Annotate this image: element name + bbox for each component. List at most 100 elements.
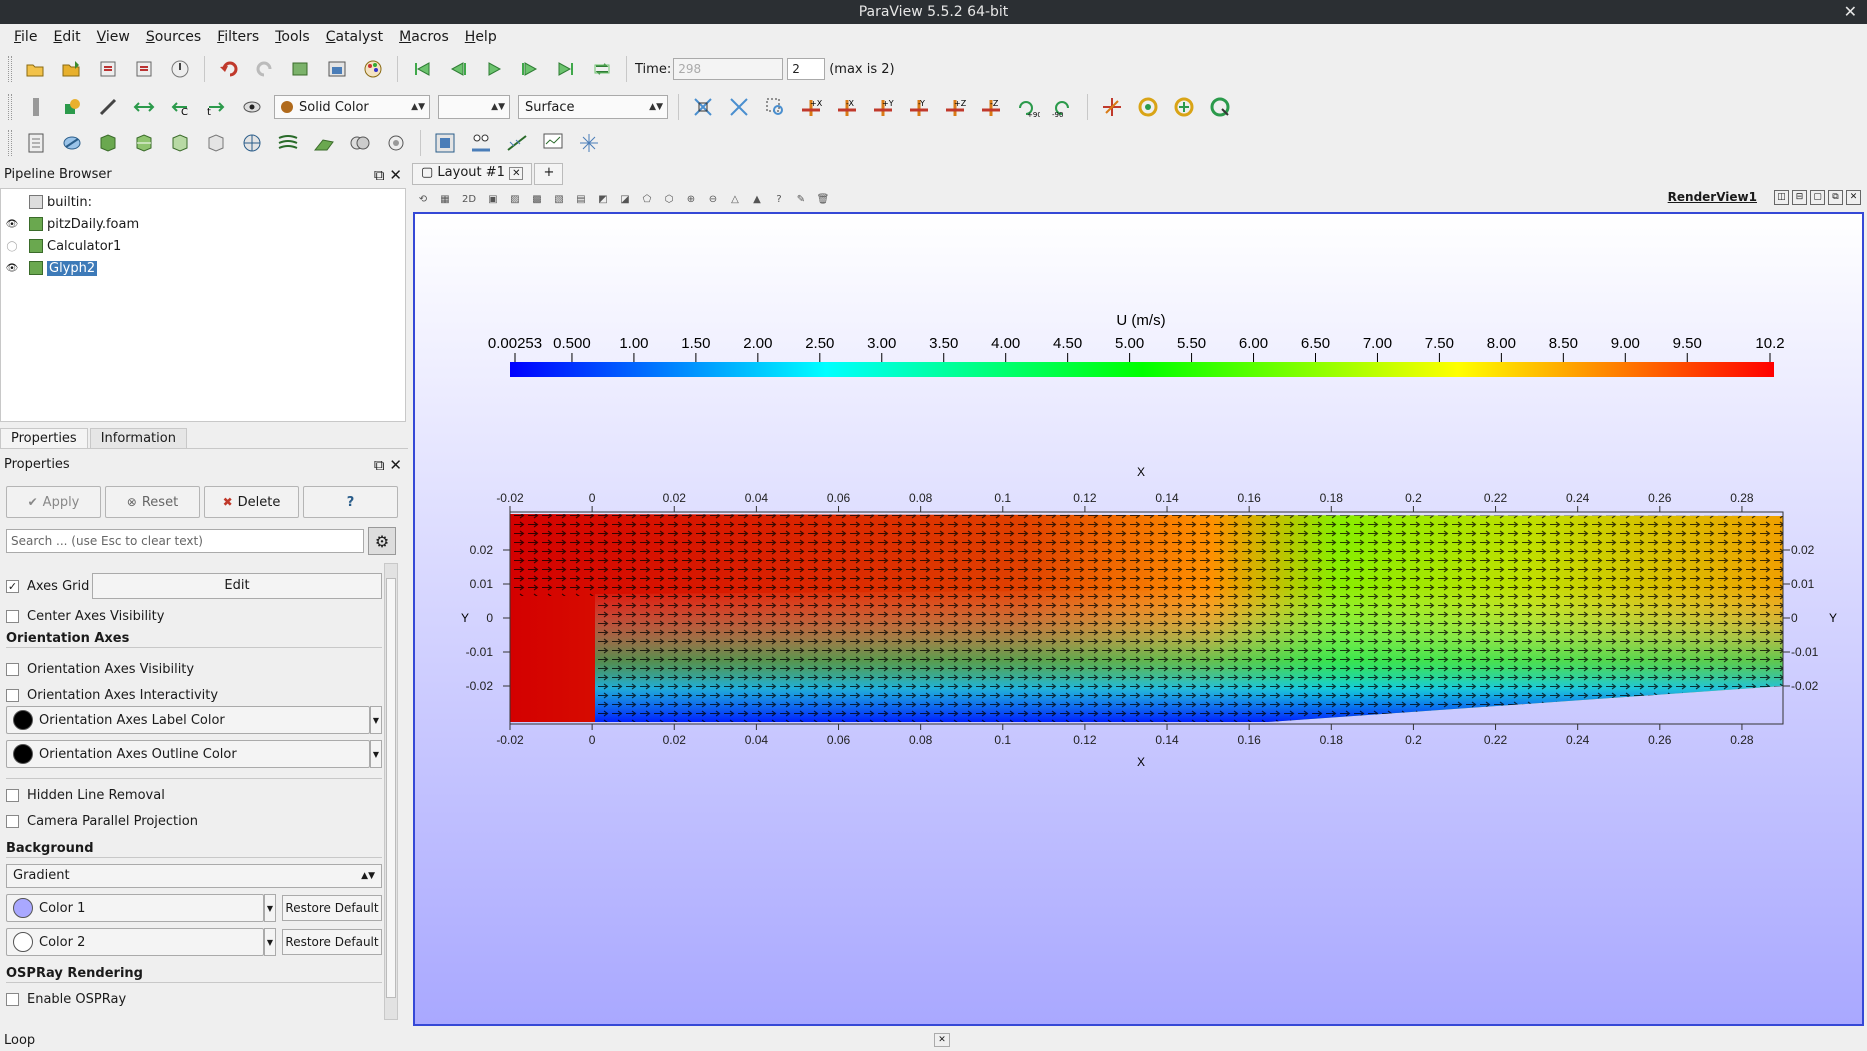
dropdown-arrow-icon[interactable]: ▼ <box>370 706 382 734</box>
first-frame-icon[interactable] <box>409 56 435 82</box>
menu-view[interactable]: View <box>89 29 138 45</box>
axes-grid-checkbox[interactable]: ✓ <box>6 579 19 593</box>
reset-button[interactable]: ⊗ Reset <box>105 486 200 518</box>
properties-search-input[interactable]: Search ... (use Esc to clear text) <box>6 529 364 553</box>
interactive-select-cells-icon[interactable]: ◩ <box>596 192 610 206</box>
previous-frame-icon[interactable] <box>445 56 471 82</box>
menu-edit[interactable]: Edit <box>45 29 88 45</box>
status-clear-icon[interactable]: ✕ <box>934 1033 950 1047</box>
histogram-icon[interactable] <box>468 130 494 156</box>
render-view[interactable]: U (m/s) 0.00253 0.500 1.00 1.50 2.00 2.50 3.00… <box>413 212 1864 1026</box>
view-plus-z-icon[interactable]: +Z <box>942 94 968 120</box>
last-frame-icon[interactable] <box>553 56 579 82</box>
close-tab-icon[interactable]: ✕ <box>509 167 524 180</box>
time-value-field[interactable]: 298 <box>673 58 784 80</box>
shrink-selection-icon[interactable]: ⊖ <box>706 192 720 206</box>
toolbar-grip[interactable] <box>8 130 12 156</box>
color-palette-icon[interactable] <box>360 56 386 82</box>
screenshot-icon[interactable]: ▣ <box>486 192 500 206</box>
slice-icon[interactable] <box>131 130 157 156</box>
split-vertical-icon[interactable]: ⊟ <box>1792 190 1807 205</box>
edit-selection-icon[interactable]: ✎ <box>794 192 808 206</box>
orientation-label-color-button[interactable]: Orientation Axes Label Color <box>6 706 370 734</box>
select-polygon-points-icon[interactable]: ⬡ <box>662 192 676 206</box>
orientation-visibility-checkbox[interactable] <box>6 662 19 676</box>
pipeline-item-glyph2[interactable]: 👁 Glyph2 <box>1 257 405 279</box>
calculator-icon[interactable] <box>23 130 49 156</box>
menu-help[interactable]: Help <box>457 29 505 45</box>
tab-layout-1[interactable]: ▢ Layout #1 ✕ <box>412 163 533 185</box>
dropdown-arrow-icon[interactable]: ▼ <box>264 928 276 956</box>
close-panel-icon[interactable]: ✕ <box>389 166 402 184</box>
undo-icon[interactable] <box>216 56 242 82</box>
group-datasets-icon[interactable] <box>347 130 373 156</box>
plot-data-icon[interactable] <box>540 130 566 156</box>
timestep-spinbox[interactable]: 2 <box>787 58 826 80</box>
close-panel-icon[interactable]: ✕ <box>389 456 402 474</box>
reset-camera-icon[interactable] <box>690 94 716 120</box>
eye-visible-icon[interactable]: 👁 <box>1 263 23 274</box>
eye-visible-icon[interactable]: 👁 <box>1 219 23 230</box>
clear-selection-icon[interactable]: 🗑 <box>816 192 830 206</box>
color-by-select[interactable]: Solid Color ▲▼ <box>274 95 430 119</box>
open-file-icon[interactable] <box>23 56 49 82</box>
hover-points-icon[interactable]: △ <box>728 192 742 206</box>
render-view-name[interactable]: RenderView1 <box>1668 190 1757 204</box>
add-layout-tab[interactable]: + <box>534 163 564 185</box>
view-plus-x-icon[interactable]: +X <box>798 94 824 120</box>
open-recent-icon[interactable] <box>59 56 85 82</box>
camera-parallel-checkbox[interactable] <box>6 814 19 828</box>
view-minus-y-icon[interactable]: -Y <box>906 94 932 120</box>
menu-catalyst[interactable]: Catalyst <box>318 29 391 45</box>
select-cells-icon[interactable]: ▨ <box>508 192 522 206</box>
rescale-temporal-icon[interactable]: C <box>167 94 193 120</box>
visible-range-icon[interactable] <box>239 94 265 120</box>
advanced-gear-icon[interactable]: ⚙ <box>368 527 396 555</box>
pipeline-item-calculator1[interactable]: ◯ Calculator1 <box>1 235 405 257</box>
axes-grid-edit-button[interactable]: Edit <box>92 573 382 599</box>
hover-cells-icon[interactable]: ▲ <box>750 192 764 206</box>
zoom-to-data-icon[interactable] <box>726 94 752 120</box>
dropdown-arrow-icon[interactable]: ▼ <box>370 740 382 768</box>
save-screenshot-icon[interactable] <box>324 56 350 82</box>
view-minus-x-icon[interactable]: -X <box>834 94 860 120</box>
select-frustum-icon[interactable]: ▧ <box>552 192 566 206</box>
hidden-line-checkbox[interactable] <box>6 788 19 802</box>
scalar-bar[interactable] <box>510 362 1774 377</box>
rescale-custom-icon[interactable] <box>131 94 157 120</box>
loop-icon[interactable] <box>589 56 615 82</box>
extract-level-icon[interactable] <box>383 130 409 156</box>
view-camera-icon[interactable]: ⟲ <box>416 192 430 206</box>
pipeline-item-pitzdaily[interactable]: 👁 pitzDaily.foam <box>1 213 405 235</box>
delete-button[interactable]: ✖ Delete <box>204 486 299 518</box>
rotate-plus-90-icon[interactable]: +90 <box>1014 94 1040 120</box>
grow-selection-icon[interactable]: ⊕ <box>684 192 698 206</box>
interaction-mode-icon[interactable] <box>1207 94 1233 120</box>
tab-information[interactable]: Information <box>89 428 187 448</box>
help-button[interactable]: ? <box>303 486 398 518</box>
restore-view-icon[interactable]: ⧉ <box>1828 190 1843 205</box>
select-cells-on-icon[interactable] <box>432 130 458 156</box>
center-axes-icon[interactable] <box>1099 94 1125 120</box>
redo-icon[interactable] <box>252 56 278 82</box>
scrollbar-thumb[interactable] <box>386 578 396 998</box>
view-minus-z-icon[interactable]: -Z <box>978 94 1004 120</box>
eye-hidden-icon[interactable]: ◯ <box>1 241 23 252</box>
restore-default-color2-button[interactable]: Restore Default <box>282 929 382 955</box>
plot-over-line-icon[interactable] <box>504 130 530 156</box>
maximize-view-icon[interactable]: ▢ <box>1810 190 1825 205</box>
load-state-icon[interactable] <box>95 56 121 82</box>
glyph-icon[interactable] <box>239 130 265 156</box>
play-icon[interactable] <box>481 56 507 82</box>
enable-ospray-checkbox[interactable] <box>6 992 19 1006</box>
background-color2-button[interactable]: Color 2 <box>6 928 264 956</box>
mode-2d-button[interactable]: 2D <box>460 192 478 206</box>
toolbar-grip[interactable] <box>8 94 12 120</box>
warp-by-vector-icon[interactable] <box>311 130 337 156</box>
color-legend-icon[interactable] <box>23 94 49 120</box>
undock-icon[interactable]: ⧉ <box>374 456 385 474</box>
background-mode-select[interactable]: Gradient ▲▼ <box>6 864 382 888</box>
component-select[interactable]: ▲▼ <box>438 95 510 119</box>
close-window-icon[interactable]: ✕ <box>1844 0 1857 24</box>
zoom-to-box-icon[interactable] <box>762 94 788 120</box>
